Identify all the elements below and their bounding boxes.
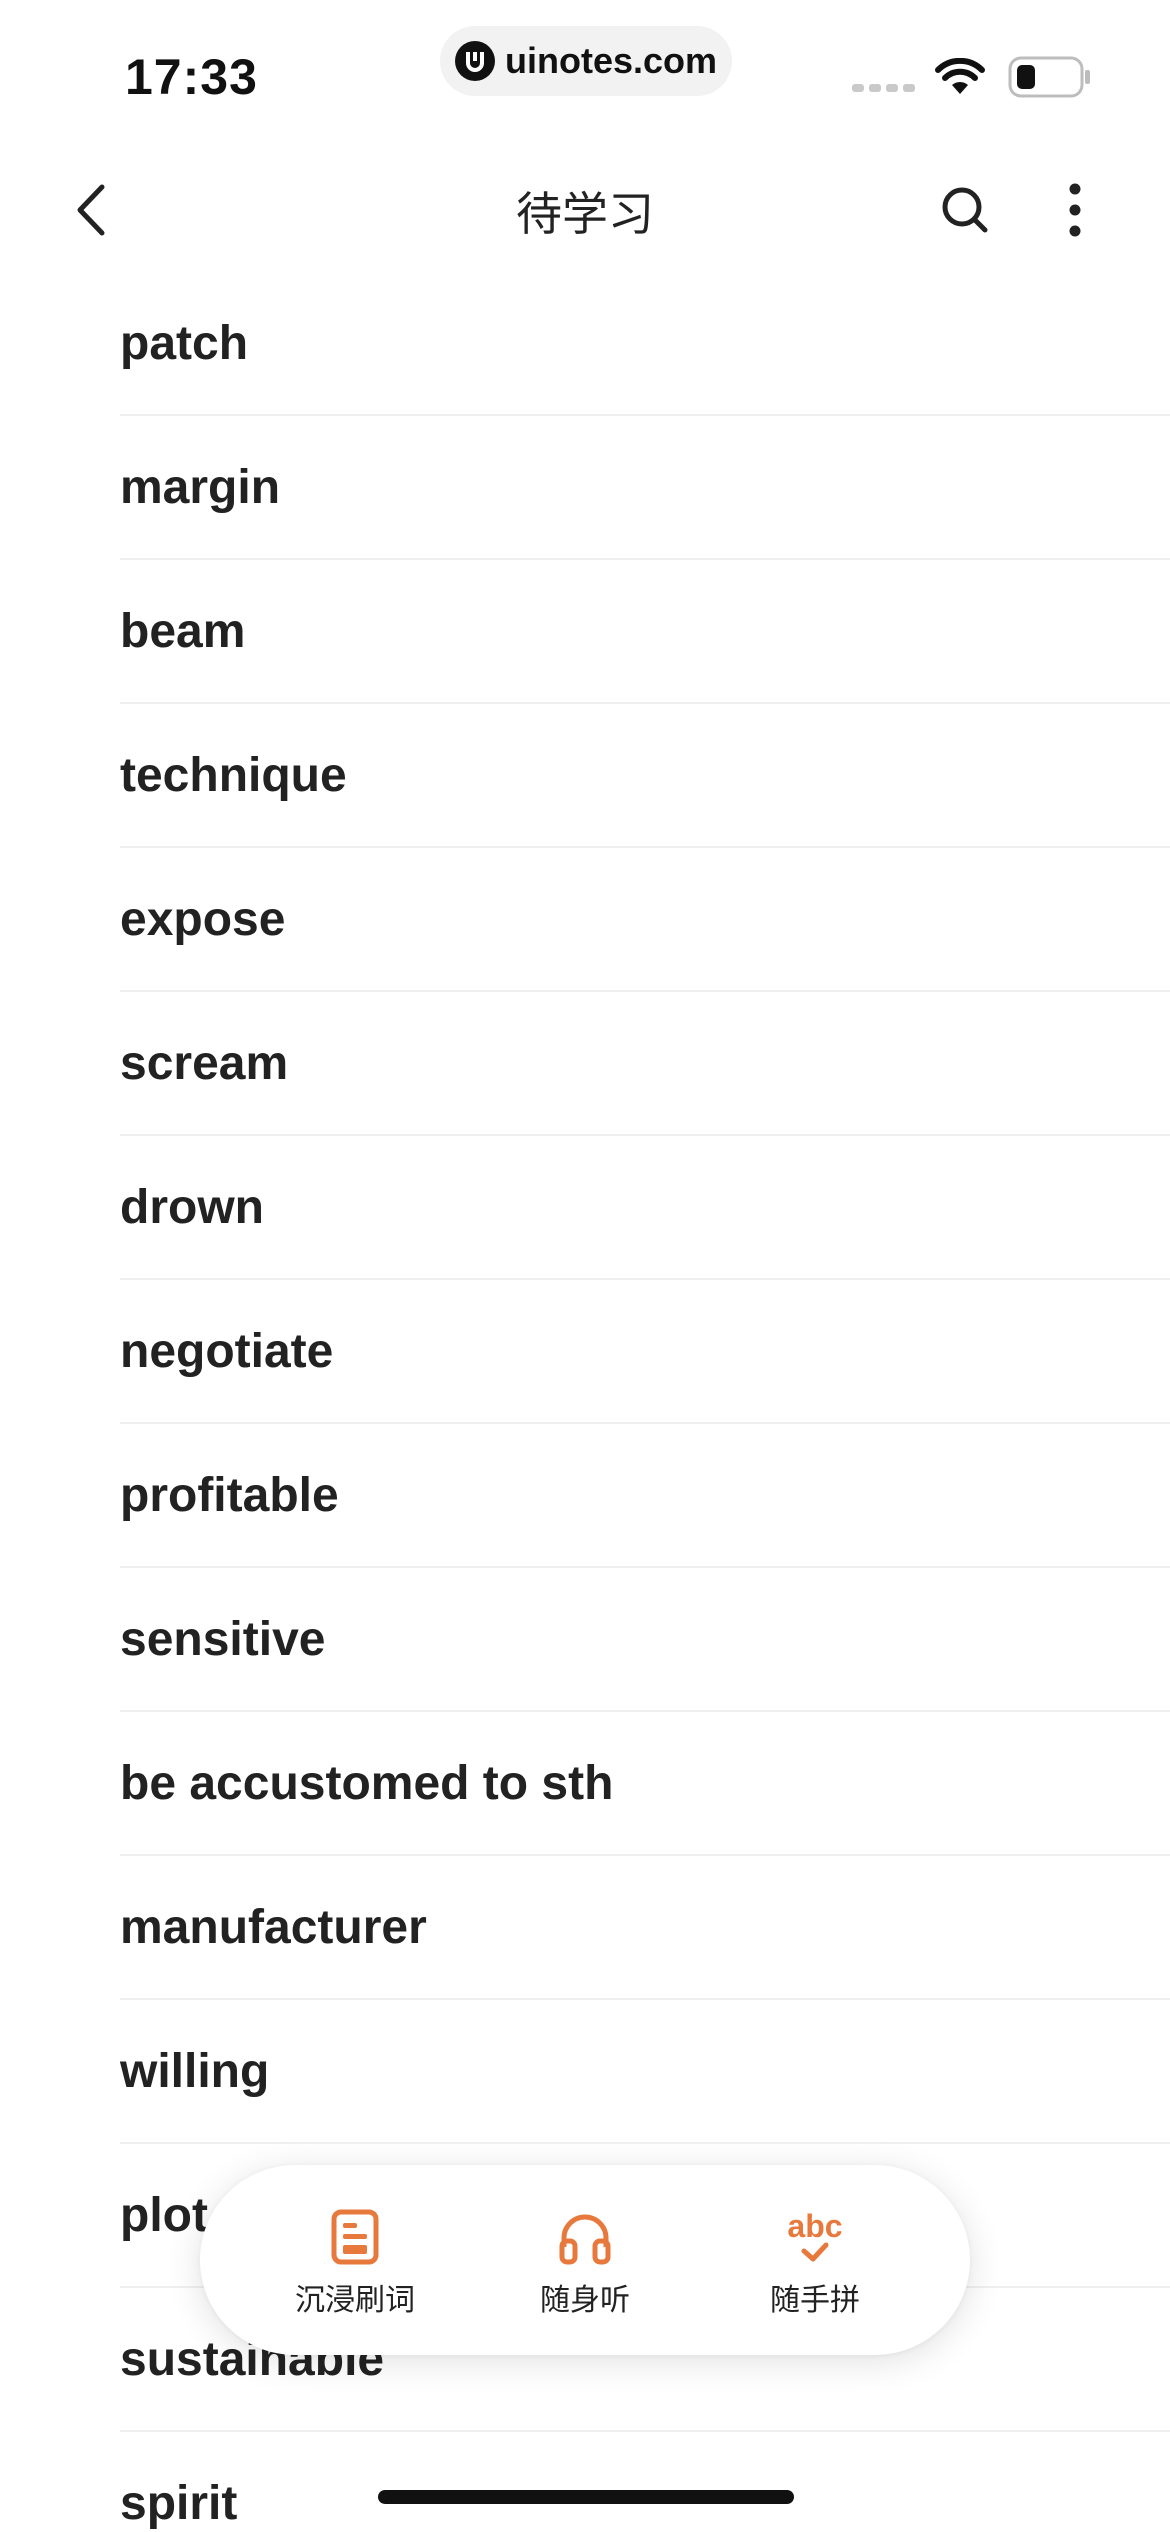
action-label: 随身听: [540, 2284, 630, 2317]
list-item[interactable]: margin: [120, 416, 1170, 560]
list-item[interactable]: patch: [120, 272, 1170, 416]
list-item[interactable]: expose: [120, 848, 1170, 992]
list-item[interactable]: willing: [120, 2000, 1170, 2144]
more-button[interactable]: [1050, 178, 1100, 242]
spelling-check-icon: abc: [787, 2208, 843, 2262]
list-item[interactable]: profitable: [120, 1424, 1170, 1568]
page-title: 待学习: [516, 188, 654, 240]
cellular-signal-icon: [852, 84, 915, 92]
search-icon: [942, 187, 988, 233]
status-bar: 17:33 uinotes.com: [0, 0, 1170, 140]
svg-text:abc: abc: [787, 2208, 842, 2244]
word-list-screen: 17:33 uinotes.com 待学习 patch margin beam …: [0, 0, 1170, 2532]
list-item[interactable]: manufacturer: [120, 1856, 1170, 2000]
url-pill[interactable]: uinotes.com: [440, 26, 732, 96]
list-item[interactable]: be accustomed to sth: [120, 1712, 1170, 1856]
list-item[interactable]: spirit: [120, 2432, 1170, 2532]
nav-bar: 待学习: [0, 150, 1170, 270]
list-item[interactable]: sensitive: [120, 1568, 1170, 1712]
list-item[interactable]: negotiate: [120, 1280, 1170, 1424]
document-icon: [331, 2209, 379, 2265]
search-button[interactable]: [935, 180, 995, 240]
site-logo-icon: [454, 41, 495, 81]
spelling-button[interactable]: abc 随手拼: [715, 2201, 915, 2319]
back-button[interactable]: [60, 180, 120, 240]
battery-icon: [1008, 56, 1090, 98]
url-text: uinotes.com: [504, 40, 718, 81]
more-vertical-icon: [1069, 183, 1081, 237]
home-indicator: [378, 2490, 794, 2504]
list-item[interactable]: drown: [120, 1136, 1170, 1280]
list-item[interactable]: beam: [120, 560, 1170, 704]
action-label: 沉浸刷词: [295, 2284, 415, 2317]
list-item[interactable]: technique: [120, 704, 1170, 848]
wifi-icon: [935, 58, 985, 94]
headphones-icon: [559, 2214, 611, 2265]
listen-button[interactable]: 随身听: [485, 2201, 685, 2319]
chevron-left-icon: [77, 184, 105, 236]
status-time: 17:33: [125, 49, 258, 105]
immersive-review-button[interactable]: 沉浸刷词: [255, 2201, 455, 2319]
list-item[interactable]: scream: [120, 992, 1170, 1136]
floating-action-bar: 沉浸刷词 随身听 abc 随手拼: [200, 2165, 970, 2355]
action-label: 随手拼: [770, 2284, 860, 2317]
